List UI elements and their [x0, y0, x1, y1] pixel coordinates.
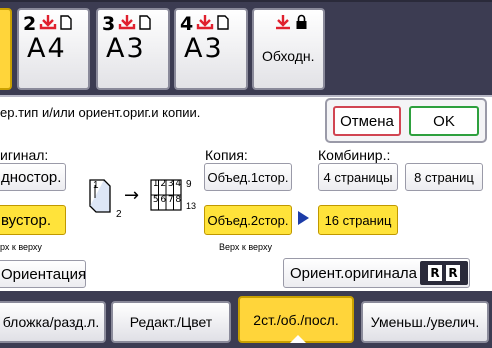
copy-top-to-top-note: Верх к верху [219, 242, 272, 252]
original-page-number-back: 2 [116, 209, 122, 220]
duplex-dialog: ер.тип и/или ориент.ориг.и копии. Отмена… [0, 95, 492, 291]
copy-side-number: 9 [186, 179, 192, 190]
original-page-number: 1 [93, 180, 99, 191]
one-sided-original-button[interactable]: дностор. [0, 163, 66, 191]
paper-sheet-icon [217, 14, 229, 34]
tray-1-button[interactable] [0, 8, 12, 90]
copy-cells-top: 1 2 3 4 [152, 179, 182, 189]
copy-cell: 1 [152, 179, 159, 189]
tray-3-number: 3 [102, 13, 116, 35]
bypass-label: Обходн. [262, 48, 315, 64]
tab-cover-slip-sheet[interactable]: бложка/разд.л. [0, 301, 106, 343]
original-top-to-top-note: рх к верху [0, 242, 42, 252]
tray-3-paper-size: A3 [106, 33, 146, 64]
tray-load-icon [196, 14, 214, 34]
copy-cells-bottom: 5 6 7 8 [152, 195, 182, 205]
copy-cell: 2 [160, 179, 167, 189]
tray-load-icon [118, 14, 136, 34]
copy-cell: 4 [175, 179, 182, 189]
cancel-button[interactable]: Отмена [333, 106, 401, 136]
combine-4-pages-button[interactable]: 4 страницы [318, 163, 398, 191]
tray-2-number: 2 [23, 13, 37, 35]
dialog-button-group: Отмена OK [325, 98, 487, 143]
original-label: игинал: [0, 147, 49, 163]
orientation-r-icon: R [428, 265, 442, 281]
bypass-tray-button[interactable]: Обходн. [252, 8, 325, 90]
copy-label: Копия: [205, 147, 248, 163]
tab-reduce-enlarge[interactable]: Уменьш./увелич. [361, 301, 489, 343]
bypass-load-icon [274, 14, 292, 34]
copy-cell: 8 [175, 195, 182, 205]
copy-cell: 6 [160, 195, 167, 205]
selected-tab-pointer [290, 335, 306, 343]
lock-icon [295, 14, 308, 34]
orientation-r-icon: R [446, 265, 460, 281]
combine-label: Комбинир.: [318, 147, 391, 163]
tray-2-paper-size: A4 [27, 33, 67, 64]
tray-4-number: 4 [180, 13, 194, 35]
function-tab-bar: бложка/разд.л. Редакт./Цвет 2ст./об./пос… [0, 291, 492, 348]
original-orientation-label: Ориент.оригинала [290, 264, 418, 282]
combine-8-pages-button[interactable]: 8 страниц [405, 163, 483, 191]
ok-button[interactable]: OK [409, 106, 479, 136]
copy-cell: 5 [152, 195, 159, 205]
tray-4-paper-size: A3 [184, 33, 224, 64]
combine-16-pages-button[interactable]: 16 страниц [318, 205, 398, 235]
tray-3-button[interactable]: 3 A3 [96, 8, 170, 90]
arrow-right-icon: → [124, 185, 140, 206]
copy-side-number: 13 [186, 201, 197, 211]
tab-edit-color[interactable]: Редакт./Цвет [111, 301, 231, 343]
play-arrow-icon [298, 211, 309, 225]
orientation-button[interactable]: Ориентация [0, 260, 86, 288]
paper-sheet-icon [139, 14, 151, 34]
paper-tray-strip: 2 A4 3 A3 4 A3 Обходн. [0, 0, 492, 95]
paper-sheet-icon [60, 14, 72, 34]
combine-one-sided-button[interactable]: Объед.1стор. [204, 163, 292, 191]
copy-cell: 3 [167, 179, 174, 189]
orientation-indicator: R R [420, 261, 468, 285]
two-sided-original-button[interactable]: вустор. [0, 205, 66, 235]
copy-cell: 7 [167, 195, 174, 205]
tray-4-button[interactable]: 4 A3 [174, 8, 248, 90]
tray-load-icon [39, 14, 57, 34]
combine-two-sided-button[interactable]: Объед.2стор. [204, 205, 292, 235]
tray-2-button[interactable]: 2 A4 [17, 8, 90, 90]
instruction-text: ер.тип и/или ориент.ориг.и копии. [0, 105, 201, 120]
